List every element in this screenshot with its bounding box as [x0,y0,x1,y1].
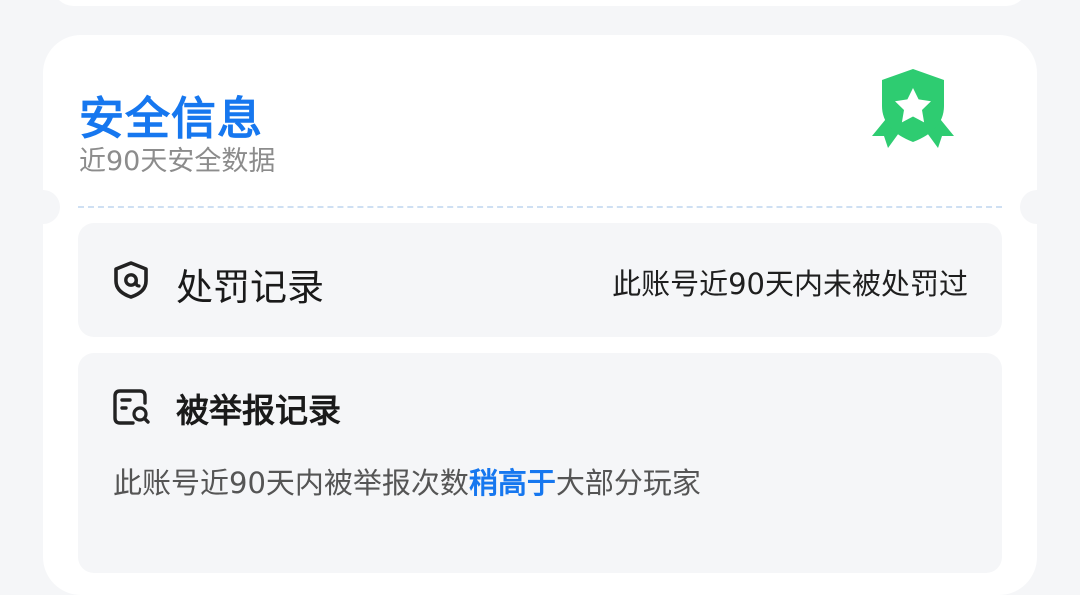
report-record-row: 被举报记录 此账号近90天内被举报次数稍高于大部分玩家 [78,353,1002,573]
dashed-divider [78,206,1002,208]
security-title: 安全信息 [79,92,264,145]
report-desc-prefix: 此账号近90天内被举报次数 [113,466,469,500]
shield-at-icon [114,261,148,299]
shield-star-ribbon-icon [872,69,954,148]
previous-card-edge [52,0,1028,6]
report-record-description: 此账号近90天内被举报次数稍高于大部分玩家 [113,460,701,502]
report-record-label: 被举报记录 [176,391,341,430]
security-subtitle: 近90天安全数据 [79,146,276,177]
card-notch-right [1020,190,1054,224]
document-search-icon [113,389,150,425]
report-desc-highlight: 稍高于 [468,466,556,500]
report-desc-suffix: 大部分玩家 [555,466,701,500]
penalty-record-row: 处罚记录 此账号近90天内未被处罚过 [78,223,1002,337]
card-notch-left [26,190,60,224]
penalty-record-status: 此账号近90天内未被处罚过 [612,267,968,301]
penalty-record-label: 处罚记录 [176,266,324,309]
